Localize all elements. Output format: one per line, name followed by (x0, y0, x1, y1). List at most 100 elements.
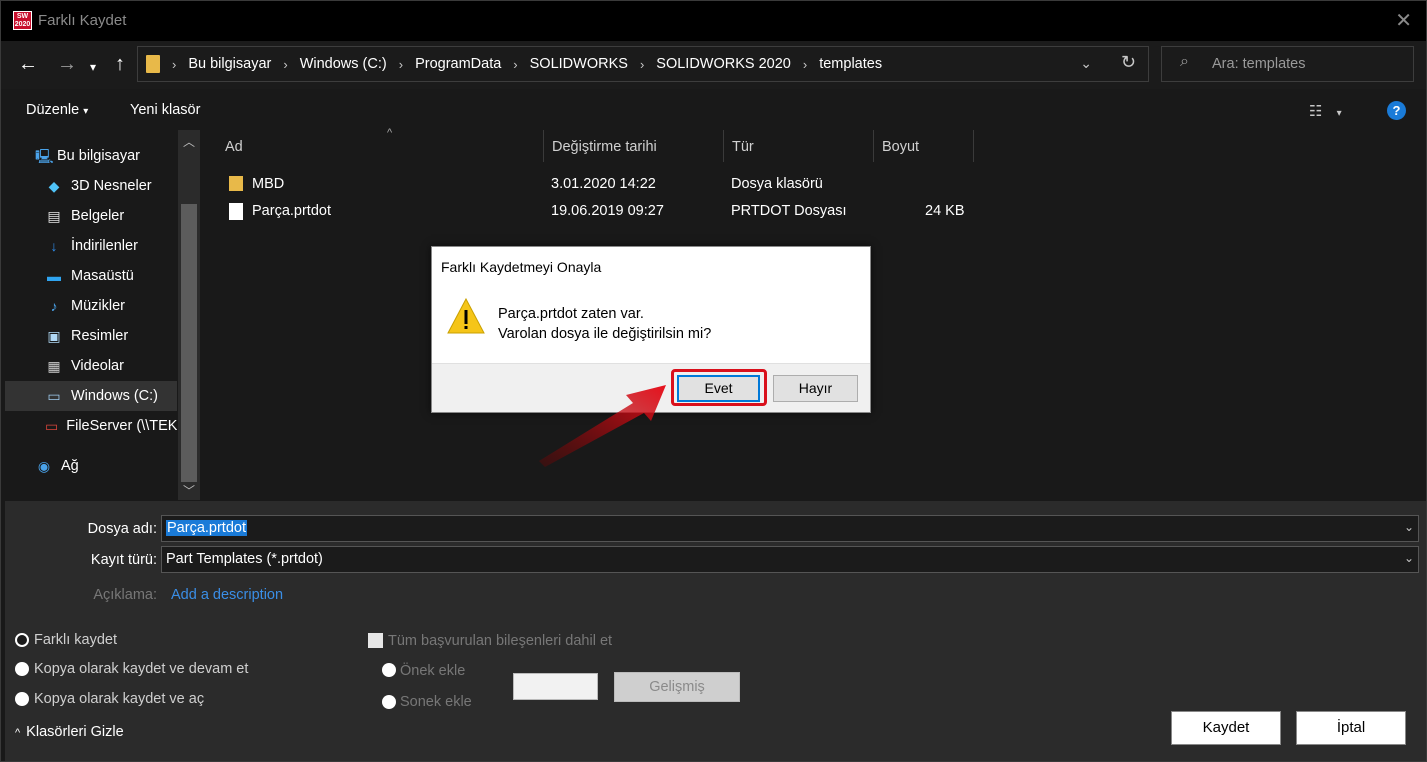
save-as-label: Farklı kaydet (34, 632, 117, 648)
save-as-radio[interactable] (15, 633, 29, 647)
chevron-right-icon[interactable]: › (283, 57, 287, 72)
sidebar-item-label: Müzikler (71, 298, 125, 314)
sort-ascending-icon: ^ (387, 127, 393, 139)
chevron-right-icon[interactable]: › (172, 57, 176, 72)
include-references-checkbox[interactable] (368, 633, 383, 648)
file-type: PRTDOT Dosyası (731, 203, 847, 219)
search-placeholder: Ara: templates (1212, 56, 1306, 72)
save-copy-open-label: Kopya olarak kaydet ve aç (34, 691, 205, 707)
chevron-right-icon[interactable]: › (803, 57, 807, 72)
computer-icon: 🖳 (35, 148, 54, 164)
sidebar-item-3d-objects[interactable]: ◆ 3D Nesneler (5, 171, 177, 201)
scrollbar-thumb[interactable] (181, 204, 197, 482)
filetype-select[interactable]: Part Templates (*.prtdot) ⌄ (161, 546, 1419, 573)
advanced-button[interactable]: Gelişmiş (614, 672, 740, 702)
sidebar-item-label: Masaüstü (71, 268, 134, 284)
breadcrumb-windows-c[interactable]: Windows (C:) (300, 56, 387, 72)
sidebar-item-label: Bu bilgisayar (57, 148, 141, 164)
hide-folders-toggle[interactable]: ^ Klasörleri Gizle (15, 724, 124, 740)
add-suffix-radio[interactable] (382, 695, 396, 709)
filename-label: Dosya adı: (87, 521, 157, 537)
chevron-right-icon[interactable]: › (513, 57, 517, 72)
organize-label: Düzenle (26, 102, 80, 118)
close-icon[interactable]: ✕ (1395, 8, 1412, 33)
filetype-value: Part Templates (*.prtdot) (166, 551, 323, 567)
save-copy-continue-radio[interactable] (15, 662, 29, 676)
column-header-date[interactable]: Değiştirme tarihi (544, 130, 724, 162)
pictures-icon: ▣ (47, 328, 61, 344)
sidebar-item-music[interactable]: ♪ Müzikler (5, 291, 177, 321)
dialog-message-line1: Parça.prtdot zaten var. (498, 306, 644, 322)
annotation-arrow-icon (539, 385, 666, 467)
breadcrumb-solidworks[interactable]: SOLIDWORKS (530, 56, 628, 72)
title-bar: SW 2020 Farklı Kaydet ✕ (1, 1, 1426, 41)
address-bar[interactable]: › Bu bilgisayar › Windows (C:) › Program… (137, 46, 1149, 82)
file-type: Dosya klasörü (731, 176, 823, 192)
sidebar-item-this-pc[interactable]: 🖳 Bu bilgisayar (5, 141, 177, 171)
sidebar-item-downloads[interactable]: ↓ İndirilenler (5, 231, 177, 261)
search-input[interactable]: ⌕ Ara: templates (1161, 46, 1414, 82)
no-button[interactable]: Hayır (773, 375, 858, 402)
download-icon: ↓ (50, 238, 58, 254)
add-prefix-radio[interactable] (382, 663, 396, 677)
table-row[interactable]: Parça.prtdot 19.06.2019 09:27 PRTDOT Dos… (203, 198, 983, 224)
chevron-right-icon[interactable]: › (640, 57, 644, 72)
sidebar-item-videos[interactable]: ▦ Videolar (5, 351, 177, 381)
file-name: MBD (252, 176, 285, 192)
add-description-link[interactable]: Add a description (171, 587, 283, 603)
sidebar-item-desktop[interactable]: ▬ Masaüstü (5, 261, 177, 291)
nav-scrollbar[interactable]: ︿ ﹀ (178, 130, 200, 500)
recent-locations-chevron-icon[interactable]: ▾ (90, 56, 96, 78)
back-arrow-icon[interactable]: ← (18, 53, 38, 75)
organize-menu[interactable]: Düzenle ▾ (26, 102, 88, 118)
refresh-icon[interactable]: ↻ (1121, 52, 1136, 73)
sidebar-item-documents[interactable]: ▤ Belgeler (5, 201, 177, 231)
column-header-name[interactable]: Ad ^ (217, 127, 544, 162)
address-dropdown-icon[interactable]: ⌄ (1080, 55, 1092, 72)
sidebar-item-windows-c[interactable]: ▭ Windows (C:) (5, 381, 177, 411)
dialog-message-line2: Varolan dosya ile değiştirilsin mi? (498, 326, 712, 342)
sidebar-item-label: FileServer (\\TEK (66, 418, 177, 434)
sidebar-item-pictures[interactable]: ▣ Resimler (5, 321, 177, 351)
save-options-panel: Dosya adı: Parça.prtdot ⌄ Kayıt türü: Pa… (5, 501, 1426, 761)
save-copy-continue-label: Kopya olarak kaydet ve devam et (34, 661, 249, 677)
drive-icon: ▭ (47, 388, 61, 404)
sidebar-item-network[interactable]: ◉ Ağ (5, 451, 177, 481)
file-date: 19.06.2019 09:27 (551, 203, 664, 219)
save-copy-open-radio[interactable] (15, 692, 29, 706)
network-drive-icon: ▭ (45, 418, 59, 434)
scroll-up-icon[interactable]: ︿ (183, 133, 195, 150)
chevron-right-icon[interactable]: › (399, 57, 403, 72)
help-icon[interactable]: ? (1387, 101, 1406, 120)
cancel-button[interactable]: İptal (1296, 711, 1406, 745)
sidebar-item-label: Resimler (71, 328, 129, 344)
chevron-down-icon[interactable]: ⌄ (1404, 520, 1414, 534)
scroll-down-icon[interactable]: ﹀ (183, 482, 195, 499)
chevron-down-icon[interactable]: ⌄ (1404, 551, 1414, 565)
column-header-type[interactable]: Tür (724, 130, 874, 162)
chevron-down-icon: ▾ (83, 106, 89, 117)
view-options-icon[interactable]: ☷ ▾ (1309, 102, 1342, 120)
video-icon: ▦ (47, 358, 61, 374)
breadcrumb-solidworks-2020[interactable]: SOLIDWORKS 2020 (656, 56, 791, 72)
file-size: 24 KB (925, 203, 965, 219)
network-icon: ◉ (37, 458, 51, 474)
filename-field[interactable]: Parça.prtdot ⌄ (161, 515, 1419, 542)
column-header-size[interactable]: Boyut (874, 130, 974, 162)
breadcrumb-programdata[interactable]: ProgramData (415, 56, 501, 72)
music-icon: ♪ (50, 298, 58, 314)
new-folder-button[interactable]: Yeni klasör (130, 102, 200, 118)
breadcrumb-this-pc[interactable]: Bu bilgisayar (188, 56, 271, 72)
forward-arrow-icon[interactable]: → (57, 53, 77, 75)
prefix-suffix-input[interactable] (513, 673, 598, 700)
dialog-title: Farklı Kaydetmeyi Onayla (441, 259, 602, 275)
add-prefix-label: Önek ekle (400, 663, 466, 679)
breadcrumb: › Bu bilgisayar › Windows (C:) › Program… (144, 47, 882, 81)
sidebar-item-fileserver[interactable]: ▭ FileServer (\\TEK (5, 411, 177, 441)
up-arrow-icon[interactable]: ↑ (115, 53, 125, 75)
add-suffix-label: Sonek ekle (400, 694, 472, 710)
save-button[interactable]: Kaydet (1171, 711, 1281, 745)
breadcrumb-templates[interactable]: templates (819, 56, 882, 72)
cube-icon: ◆ (48, 178, 60, 194)
table-row[interactable]: MBD 3.01.2020 14:22 Dosya klasörü (203, 171, 983, 197)
